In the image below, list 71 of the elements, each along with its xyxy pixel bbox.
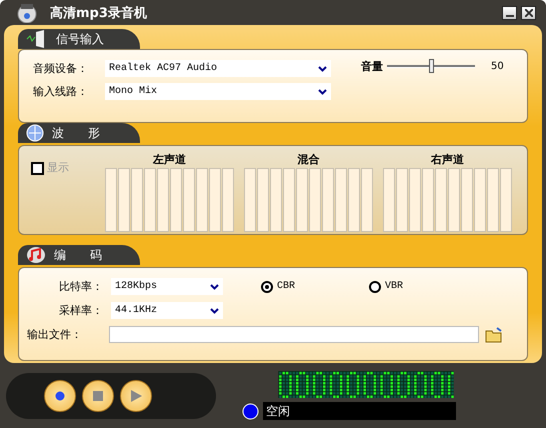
minimize-button[interactable]	[502, 6, 517, 20]
field-label: 采样率：	[58, 303, 103, 318]
chevron-down-icon	[210, 308, 219, 314]
volume-value: 50	[491, 60, 504, 72]
close-icon	[524, 8, 532, 16]
dropdown[interactable]: Mono Mix	[105, 83, 331, 100]
meter-bar	[500, 168, 512, 232]
output-file-field[interactable]	[109, 326, 479, 343]
meter-bar	[448, 168, 460, 232]
play-icon	[130, 390, 142, 402]
section-title: 编 码	[54, 246, 102, 264]
chevron-down-icon	[318, 88, 327, 94]
meter-bar	[257, 168, 269, 232]
meter-bar	[283, 168, 295, 232]
chevron-down-icon	[318, 66, 327, 72]
close-button[interactable]	[521, 6, 536, 20]
record-button[interactable]	[44, 380, 76, 412]
minimize-icon	[506, 14, 514, 16]
meter-bar	[322, 168, 334, 232]
meter-bar	[487, 168, 499, 232]
meter-bar	[348, 168, 360, 232]
meter-bar	[118, 168, 130, 232]
meter-bar	[144, 168, 156, 232]
meter-bar	[270, 168, 282, 232]
meter-bar	[409, 168, 421, 232]
stop-icon	[93, 390, 103, 400]
field-label: 比特率：	[58, 279, 103, 294]
meter-bar	[170, 168, 182, 232]
meter-bar	[422, 168, 434, 232]
music-note-icon	[26, 246, 46, 264]
field-label: 音频设备：	[33, 61, 89, 76]
record-icon	[55, 390, 65, 400]
play-button[interactable]	[120, 380, 152, 412]
section-title: 波 形	[52, 124, 100, 142]
dropdown[interactable]: 128Kbps	[111, 278, 223, 295]
meter-bar	[361, 168, 373, 232]
mode-radio[interactable]: VBR	[369, 280, 439, 292]
meter-bar	[131, 168, 143, 232]
app-icon	[16, 2, 38, 22]
meter-bar	[474, 168, 486, 232]
channel-label: 左声道	[153, 152, 186, 166]
meter-bar	[461, 168, 473, 232]
stop-button[interactable]	[82, 380, 114, 412]
field-label: 输入线路：	[33, 84, 89, 99]
meter-bar	[335, 168, 347, 232]
mode-radio[interactable]: CBR	[261, 280, 331, 292]
channel-label: 右声道	[431, 152, 464, 166]
status-light-icon	[242, 402, 259, 420]
section-title: 信号输入	[56, 30, 104, 48]
channel-label: 混合	[298, 152, 320, 166]
meter-bar	[222, 168, 234, 232]
volume-slider[interactable]	[387, 58, 475, 74]
meter-bar	[157, 168, 169, 232]
meter-bar	[183, 168, 195, 232]
meter-bar	[383, 168, 395, 232]
meter-bar	[396, 168, 408, 232]
meter-bar	[435, 168, 447, 232]
meter-bar	[105, 168, 117, 232]
status-text: 空闲	[263, 402, 456, 420]
meter-bar	[209, 168, 221, 232]
window-title: 高清mp3录音机	[50, 4, 147, 22]
meter-bar	[296, 168, 308, 232]
chevron-down-icon	[210, 284, 219, 290]
meter-bar	[309, 168, 321, 232]
meter-bar	[196, 168, 208, 232]
dropdown[interactable]: 44.1KHz	[111, 302, 223, 319]
meter-bar	[244, 168, 256, 232]
folder-icon[interactable]	[485, 326, 503, 342]
dropdown[interactable]: Realtek AC97 Audio	[105, 60, 331, 77]
field-label: 输出文件：	[27, 327, 83, 342]
volume-label: 音量	[361, 58, 383, 74]
